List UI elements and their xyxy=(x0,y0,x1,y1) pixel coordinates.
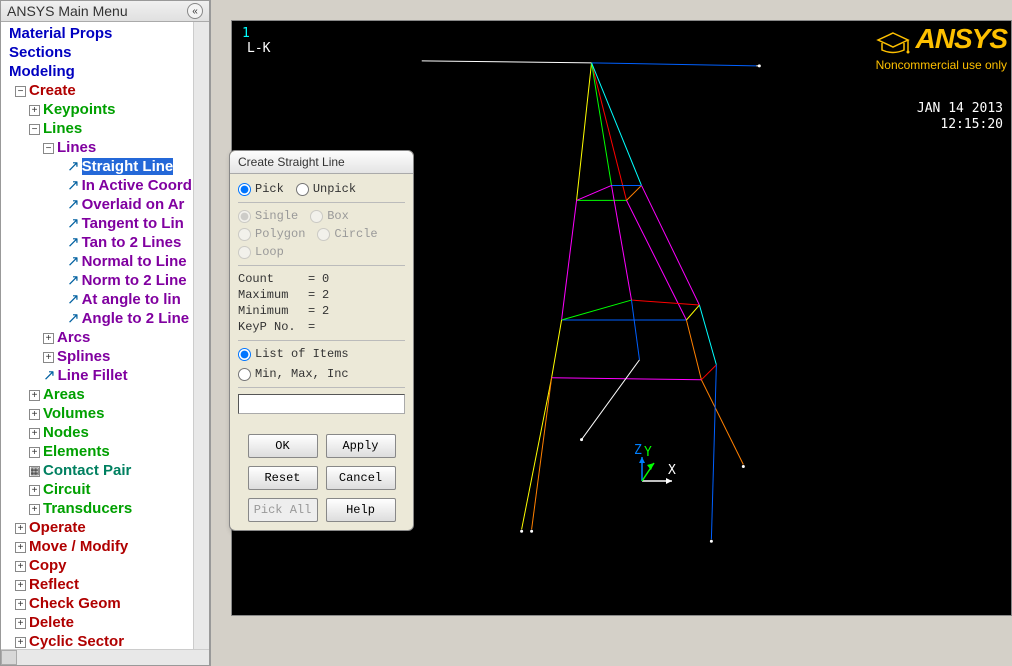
radio-pick[interactable]: Pick xyxy=(238,182,284,196)
tree-splines[interactable]: +Splines xyxy=(1,347,193,366)
sidebar-header: ANSYS Main Menu « xyxy=(1,1,209,22)
box-icon[interactable]: ▦ xyxy=(29,466,40,477)
minus-icon[interactable]: − xyxy=(43,143,54,154)
plus-icon[interactable]: + xyxy=(29,409,40,420)
tree-tan-to-2-lines[interactable]: ↗Tan to 2 Lines xyxy=(1,233,193,252)
radio-box: Box xyxy=(310,209,349,223)
tree-check-geom[interactable]: +Check Geom xyxy=(1,594,193,613)
plus-icon[interactable]: + xyxy=(43,333,54,344)
tree-transducers[interactable]: +Transducers xyxy=(1,499,193,518)
arrow-icon: ↗ xyxy=(67,290,80,309)
plus-icon[interactable]: + xyxy=(15,523,26,534)
help-button[interactable]: Help xyxy=(326,498,396,522)
tree-in-active-coord[interactable]: ↗In Active Coord xyxy=(1,176,193,195)
tree-lines-sub[interactable]: −Lines xyxy=(1,138,193,157)
reset-button[interactable]: Reset xyxy=(248,466,318,490)
plus-icon[interactable]: + xyxy=(15,599,26,610)
tree-material-props[interactable]: Material Props xyxy=(1,24,193,43)
stat-min: Minimum=2 xyxy=(238,304,405,318)
minus-icon[interactable]: − xyxy=(15,86,26,97)
plus-icon[interactable]: + xyxy=(15,580,26,591)
stat-keyp: KeyP No.= xyxy=(238,320,405,334)
radio-min-max-inc[interactable]: Min, Max, Inc xyxy=(238,367,405,381)
plus-icon[interactable]: + xyxy=(15,542,26,553)
axis-triad: Z Y X xyxy=(632,451,682,494)
arrow-icon: ↗ xyxy=(43,366,56,385)
tree-arcs[interactable]: +Arcs xyxy=(1,328,193,347)
plus-icon[interactable]: + xyxy=(43,352,54,363)
arrow-icon: ↗ xyxy=(67,233,80,252)
tree-at-angle-to-line[interactable]: ↗At angle to lin xyxy=(1,290,193,309)
tree-modeling[interactable]: Modeling xyxy=(1,62,193,81)
arrow-icon: ↗ xyxy=(67,271,80,290)
axis-z-label: Z xyxy=(634,443,642,458)
main-area: 1 L-K ANSYS Noncommercial use only JAN 1… xyxy=(210,0,1012,666)
tree-sections[interactable]: Sections xyxy=(1,43,193,62)
tree-copy[interactable]: +Copy xyxy=(1,556,193,575)
pick-input[interactable] xyxy=(238,394,405,414)
tree-areas[interactable]: +Areas xyxy=(1,385,193,404)
stat-count: Count=0 xyxy=(238,272,405,286)
sidebar: ANSYS Main Menu « Material Props Section… xyxy=(0,0,210,666)
arrow-icon: ↗ xyxy=(67,176,80,195)
plus-icon[interactable]: + xyxy=(29,390,40,401)
radio-polygon: Polygon xyxy=(238,227,305,241)
tree-lines[interactable]: −Lines xyxy=(1,119,193,138)
tree-cyclic-sector[interactable]: +Cyclic Sector xyxy=(1,632,193,649)
scrollbar-horizontal[interactable] xyxy=(1,649,209,665)
tree-volumes[interactable]: +Volumes xyxy=(1,404,193,423)
radio-list-items[interactable]: List of Items xyxy=(238,347,405,361)
plus-icon[interactable]: + xyxy=(15,637,26,648)
arrow-icon: ↗ xyxy=(67,252,80,271)
arrow-icon: ↗ xyxy=(67,157,80,176)
tree-reflect[interactable]: +Reflect xyxy=(1,575,193,594)
radio-unpick[interactable]: Unpick xyxy=(296,182,356,196)
apply-button[interactable]: Apply xyxy=(326,434,396,458)
create-straight-line-dialog: Create Straight Line Pick Unpick Single … xyxy=(229,150,414,531)
tree-contact-pair[interactable]: ▦Contact Pair xyxy=(1,461,193,480)
scrollbar-vertical[interactable] xyxy=(193,22,209,649)
plus-icon[interactable]: + xyxy=(29,504,40,515)
plus-icon[interactable]: + xyxy=(29,485,40,496)
sidebar-title: ANSYS Main Menu xyxy=(7,3,128,19)
tree-norm-to-2-lines[interactable]: ↗Norm to 2 Line xyxy=(1,271,193,290)
tree-overlaid-on-area[interactable]: ↗Overlaid on Ar xyxy=(1,195,193,214)
tree-angle-to-2-lines[interactable]: ↗Angle to 2 Line xyxy=(1,309,193,328)
tree-keypoints[interactable]: +Keypoints xyxy=(1,100,193,119)
tree-nodes[interactable]: +Nodes xyxy=(1,423,193,442)
plus-icon[interactable]: + xyxy=(15,618,26,629)
tree-circuit[interactable]: +Circuit xyxy=(1,480,193,499)
tree: Material Props Sections Modeling −Create… xyxy=(1,22,193,649)
plus-icon[interactable]: + xyxy=(29,447,40,458)
radio-loop: Loop xyxy=(238,245,284,259)
tree-delete[interactable]: +Delete xyxy=(1,613,193,632)
axis-y-label: Y xyxy=(644,445,652,460)
tree-normal-to-line[interactable]: ↗Normal to Line xyxy=(1,252,193,271)
dialog-title[interactable]: Create Straight Line xyxy=(230,151,413,174)
radio-circle: Circle xyxy=(317,227,377,241)
axis-x-label: X xyxy=(668,463,676,478)
tree-move-modify[interactable]: +Move / Modify xyxy=(1,537,193,556)
tree-operate[interactable]: +Operate xyxy=(1,518,193,537)
plus-icon[interactable]: + xyxy=(29,428,40,439)
tree-straight-line[interactable]: ↗Straight Line xyxy=(1,157,193,176)
tree-tangent-to-line[interactable]: ↗Tangent to Lin xyxy=(1,214,193,233)
tree-elements[interactable]: +Elements xyxy=(1,442,193,461)
tree-create[interactable]: −Create xyxy=(1,81,193,100)
ok-button[interactable]: OK xyxy=(248,434,318,458)
collapse-icon[interactable]: « xyxy=(187,3,203,19)
stat-max: Maximum=2 xyxy=(238,288,405,302)
arrow-icon: ↗ xyxy=(67,195,80,214)
radio-single: Single xyxy=(238,209,298,223)
arrow-icon: ↗ xyxy=(67,214,80,233)
scroll-left-button[interactable] xyxy=(1,650,17,665)
minus-icon[interactable]: − xyxy=(29,124,40,135)
cancel-button[interactable]: Cancel xyxy=(326,466,396,490)
arrow-icon: ↗ xyxy=(67,309,80,328)
plus-icon[interactable]: + xyxy=(15,561,26,572)
plus-icon[interactable]: + xyxy=(29,105,40,116)
pick-all-button: Pick All xyxy=(248,498,318,522)
tree-line-fillet[interactable]: ↗Line Fillet xyxy=(1,366,193,385)
